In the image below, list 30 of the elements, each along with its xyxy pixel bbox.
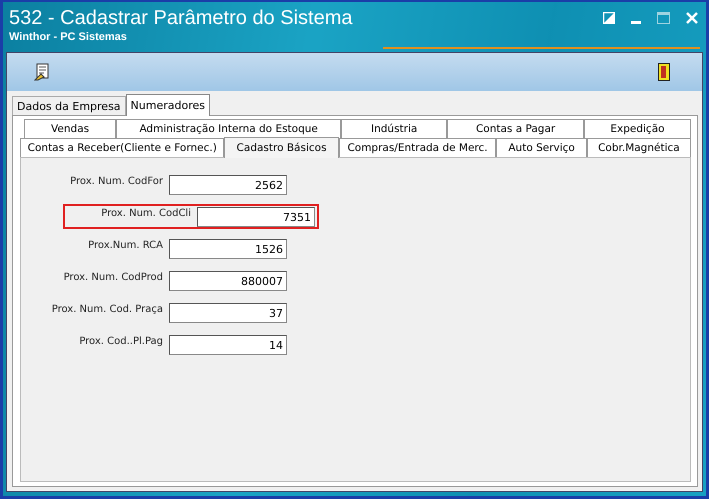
input-field[interactable]: 14 — [169, 334, 287, 354]
close-icon[interactable] — [686, 12, 698, 24]
field-label: Prox.Num. RCA — [87, 240, 163, 251]
tab[interactable]: Contas a Receber(Cliente e Fornec.) — [20, 138, 224, 157]
maximize-icon[interactable] — [657, 12, 670, 24]
input-field[interactable]: 2562 — [169, 174, 287, 194]
input-field[interactable]: 1526 — [169, 238, 287, 258]
input-field[interactable]: 37 — [169, 302, 287, 322]
tab[interactable]: Numeradores — [126, 94, 210, 116]
input-field[interactable]: 880007 — [169, 270, 287, 290]
field-label: Prox. Num. CodProd — [62, 272, 163, 283]
restore-icon[interactable] — [603, 12, 615, 24]
tab[interactable]: Contas a Pagar — [447, 119, 584, 138]
window-title: 532 - Cadastrar Parâmetro do Sistema — [9, 6, 352, 30]
tab[interactable]: Compras/Entrada de Merc. — [338, 138, 496, 157]
tab[interactable]: Administração Interna do Estoque — [116, 119, 342, 138]
field-label: Prox. Num. CodFor — [69, 176, 163, 187]
field-label: Prox. Cod..Pl.Pag — [78, 336, 163, 347]
tab[interactable]: Expedição — [584, 119, 691, 138]
field-label: Prox. Num. CodCli — [100, 208, 191, 219]
tab[interactable]: Auto Serviço — [496, 138, 587, 157]
field-label: Prox. Num. Cod. Praça — [50, 304, 163, 315]
input-field[interactable]: 7351 — [197, 206, 315, 226]
tab[interactable]: Vendas — [24, 119, 116, 138]
tab[interactable]: Cobr.Magnética — [586, 138, 692, 157]
exit-door-icon[interactable] — [658, 63, 670, 81]
tab[interactable]: Indústria — [341, 119, 448, 138]
tab[interactable]: Cadastro Básicos — [224, 137, 339, 158]
tab[interactable]: Dados da Empresa — [12, 96, 126, 115]
window-subtitle: Winthor - PC Sistemas — [9, 31, 128, 43]
